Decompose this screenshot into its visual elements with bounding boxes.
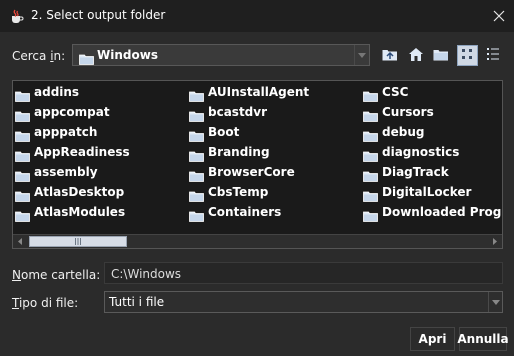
folder-icon [15,127,30,146]
folder-icon [189,187,204,206]
folder-name-field[interactable] [104,262,503,284]
folder-item-label: Cursors [382,105,434,119]
folder-item-label: DigitalLocker [382,185,472,199]
look-in-label: Cerca in: [12,49,66,63]
folder-icon [363,187,378,206]
folder-icon [189,207,204,226]
list-view-icon [461,46,474,65]
up-one-level-button[interactable] [379,45,400,66]
list-view-button[interactable] [457,45,478,66]
folder-icon [15,107,30,126]
folder-icon [15,87,30,106]
folder-item-label: AtlasDesktop [34,185,125,199]
folder-item-label: CSC [382,85,409,99]
new-folder-icon [433,46,449,65]
folder-icon [79,50,94,69]
file-type-value: Tutti i file [109,295,165,309]
scrollbar-thumb[interactable] [29,236,127,247]
open-button[interactable]: Apri [410,327,455,351]
chevron-down-icon[interactable] [488,292,502,312]
home-button[interactable] [405,45,426,66]
folder-item-label: AUInstallAgent [208,85,310,99]
window-title: 2. Select output folder [31,8,166,22]
details-view-button[interactable] [482,45,503,66]
close-icon [493,7,505,26]
folder-icon [15,207,30,226]
folder-item-label: CbsTemp [208,185,269,199]
new-folder-button[interactable] [430,45,451,66]
folder-item-label: Boot [208,125,240,139]
close-button[interactable] [486,3,512,29]
folder-item-label: diagnostics [382,145,460,159]
folder-icon [363,107,378,126]
folder-icon [189,127,204,146]
folder-item-label: Downloaded Program Files [382,205,502,219]
scroll-right-icon[interactable] [488,235,502,248]
java-cup-icon [9,9,24,24]
folder-icon [15,147,30,166]
folder-item-label: Containers [208,205,282,219]
folder-name-input[interactable] [105,264,502,284]
folder-item-label: bcastdvr [208,105,268,119]
folder-icon [363,147,378,166]
folder-item-label: AtlasModules [34,205,126,219]
folder-item-label: AppReadiness [34,145,130,159]
folder-icon [363,127,378,146]
folder-item-label: Branding [208,145,270,159]
folder-item-label: appcompat [34,105,110,119]
up-one-level-icon [382,46,398,65]
look-in-value: Windows [97,48,158,62]
folder-icon [189,167,204,186]
folder-item-label: DiagTrack [382,165,449,179]
folder-item-label: addins [34,85,80,99]
folder-item-label: BrowserCore [208,165,295,179]
folder-icon [15,187,30,206]
folder-item-label: apppatch [34,125,98,139]
title-bar: 2. Select output folder [0,0,514,32]
folder-name-label: Nome cartella: [12,268,101,282]
folder-icon [189,147,204,166]
file-type-select[interactable]: Tutti i file [104,291,503,313]
folder-icon [189,107,204,126]
cancel-button[interactable]: Annulla [457,327,509,351]
folder-icon [15,167,30,186]
home-icon [408,46,424,65]
look-in-combobox[interactable]: Windows [72,44,370,66]
folder-item-label: assembly [34,165,98,179]
details-view-icon [486,46,500,65]
folder-icon [189,87,204,106]
folder-icon [363,167,378,186]
file-list[interactable]: addins appcompat apppatch AppReadiness assem… [12,80,503,249]
folder-icon [363,87,378,106]
scroll-left-icon[interactable] [13,235,27,248]
horizontal-scrollbar[interactable] [13,234,502,248]
folder-item-label: debug [382,125,425,139]
chevron-down-icon[interactable] [354,45,369,65]
folder-icon [363,207,378,226]
file-type-label: Tipo di file: [12,296,79,310]
